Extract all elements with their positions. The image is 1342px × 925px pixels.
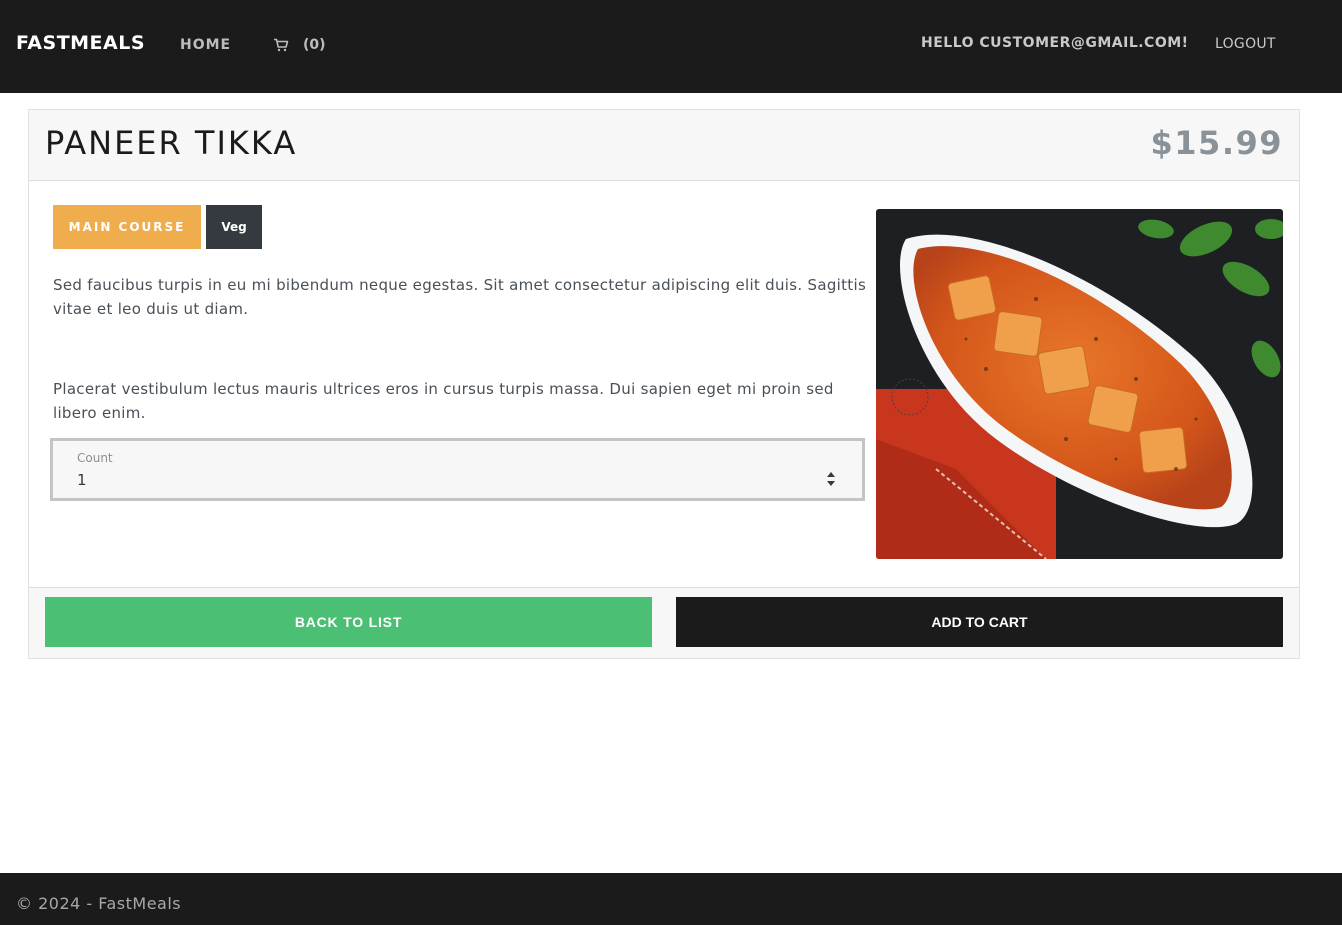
user-greeting[interactable]: HELLO CUSTOMER@GMAIL.COM!: [921, 35, 1189, 51]
item-description-1: Sed faucibus turpis in eu mi bibendum ne…: [53, 276, 867, 318]
back-to-list-button[interactable]: BACK TO LIST: [45, 597, 652, 647]
tag-badge: Veg: [206, 205, 262, 249]
item-image: [876, 209, 1283, 559]
item-title: PANEER TIKKA: [45, 124, 298, 162]
brand-logo[interactable]: FASTMEALS: [16, 32, 145, 54]
card-header: PANEER TIKKA $15.99: [29, 110, 1299, 181]
nav-cart-link[interactable]: (0): [273, 37, 326, 53]
stepper-arrows-icon[interactable]: [826, 470, 836, 488]
category-badge: MAIN COURSE: [53, 205, 201, 249]
item-details-card: PANEER TIKKA $15.99 MAIN COURSE Veg Sed …: [28, 109, 1300, 659]
navbar: FASTMEALS HOME (0) HELLO CUSTOMER@GMAIL.…: [0, 0, 1342, 93]
item-price: $15.99: [1150, 124, 1283, 162]
count-label: Count: [77, 451, 113, 465]
logout-button[interactable]: LOGOUT: [1215, 36, 1276, 52]
page-footer: © 2024 - FastMeals: [0, 873, 1342, 925]
count-input[interactable]: [77, 469, 807, 491]
cart-count: (0): [303, 37, 326, 53]
card-footer: BACK TO LIST ADD TO CART: [29, 587, 1299, 658]
cart-icon: [274, 38, 289, 52]
add-to-cart-button[interactable]: ADD TO CART: [676, 597, 1283, 647]
item-description-2: Placerat vestibulum lectus mauris ultric…: [53, 380, 834, 422]
nav-home-link[interactable]: HOME: [180, 37, 231, 53]
copyright-text: © 2024 - FastMeals: [16, 894, 182, 913]
count-field[interactable]: Count: [50, 438, 865, 501]
